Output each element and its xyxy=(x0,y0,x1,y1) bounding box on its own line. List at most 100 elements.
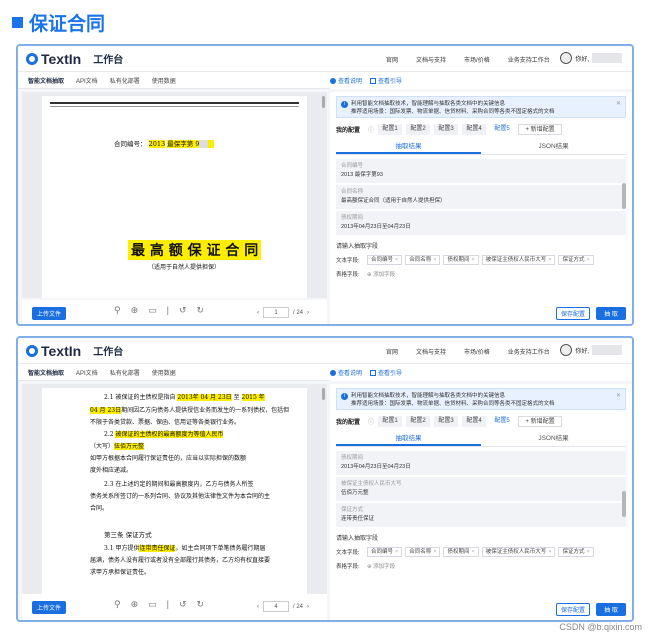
new-config-button[interactable]: + 新增配置 xyxy=(518,124,563,135)
upload-button[interactable]: 上传文件 xyxy=(32,601,66,614)
nav-official[interactable]: 官网 xyxy=(386,55,398,64)
close-icon[interactable]: ✕ xyxy=(616,100,621,108)
page-input[interactable]: 4 xyxy=(263,601,289,612)
nav-support[interactable]: 业务支持工作台 xyxy=(508,55,550,64)
prev-page-icon[interactable]: ‹ xyxy=(257,310,259,316)
field-chip[interactable]: 保证方式 × xyxy=(558,255,594,265)
tab-json-result[interactable]: JSON结果 xyxy=(481,141,626,154)
nav-docs[interactable]: 文档与支持 xyxy=(416,347,446,356)
rotate-right-icon[interactable]: ↻ xyxy=(197,599,205,610)
field-chip[interactable]: 合同名称 × xyxy=(405,255,441,265)
extract-button[interactable]: 抽 取 xyxy=(596,603,626,616)
config-tab-3[interactable]: 配置3 xyxy=(434,416,459,427)
document-viewer[interactable]: 合同编号： 2013 最保字第 9 最 高 额 保 证 合 同 （适用于自然人提… xyxy=(22,92,327,298)
field-chip[interactable]: 保证方式 × xyxy=(558,547,594,557)
workspace-label: 工作台 xyxy=(93,55,124,66)
guide-link[interactable]: 查看引导 xyxy=(370,76,402,85)
rotate-right-icon[interactable]: ↻ xyxy=(197,305,205,316)
config-tab-3[interactable]: 配置3 xyxy=(434,124,459,135)
subnav-usage[interactable]: 使用数据 xyxy=(152,76,176,85)
page-input[interactable]: 1 xyxy=(263,307,289,318)
field-chip[interactable]: 被保证主债权人民币大写 × xyxy=(481,255,556,265)
tab-json-result[interactable]: JSON结果 xyxy=(481,433,626,446)
textin-logo[interactable]: TextIn xyxy=(26,51,81,67)
subnav-api[interactable]: API文档 xyxy=(76,368,98,377)
config-tab-5[interactable]: 配置5 xyxy=(490,124,515,135)
rotate-left-icon[interactable]: ↺ xyxy=(179,305,187,316)
extract-button[interactable]: 抽 取 xyxy=(596,307,626,320)
result-field: 保证方式 连带责任保证 xyxy=(336,503,626,527)
subnav-private[interactable]: 私有化部署 xyxy=(110,76,140,85)
top-nav: 官网 文档与支持 市场/价格 业务支持工作台 xyxy=(386,338,550,364)
config-help-icon[interactable]: ⓘ xyxy=(368,417,374,426)
subnav-private[interactable]: 私有化部署 xyxy=(110,368,140,377)
user-menu[interactable]: 你好, xyxy=(560,52,622,64)
upload-button[interactable]: 上传文件 xyxy=(32,307,66,320)
next-page-icon[interactable]: › xyxy=(307,604,309,610)
page-total: / 24 xyxy=(293,309,304,316)
config-tab-2[interactable]: 配置2 xyxy=(406,124,431,135)
field-chip[interactable]: 合同编号 × xyxy=(367,255,403,265)
config-tab-4[interactable]: 配置4 xyxy=(462,124,487,135)
subnav-extract[interactable]: 智能文档抽取 xyxy=(28,76,64,85)
nav-support[interactable]: 业务支持工作台 xyxy=(508,347,550,356)
doc-toolbar: 上传文件 ⚲ ⊕ ▭ | ↺ ↻ ‹ 1 / 24 › xyxy=(22,300,327,324)
doc-line: 2.1 被保证的主债权是指自 2013年 04 月 23日 至 2015 年 xyxy=(104,394,265,401)
document-subtitle: （适用于自然人提供担保） xyxy=(148,264,221,271)
config-tab-1[interactable]: 配置1 xyxy=(378,124,403,135)
zoom-in-icon[interactable]: ⊕ xyxy=(131,305,139,316)
new-config-button[interactable]: + 新增配置 xyxy=(518,416,563,427)
save-config-button[interactable]: 保存配置 xyxy=(556,307,590,320)
info-banner: i 利用智能文档抽取技术，智能理解与抽取各类文档中的关键信息 推荐适用场景：国际… xyxy=(336,96,626,118)
nav-docs[interactable]: 文档与支持 xyxy=(416,55,446,64)
next-page-icon[interactable]: › xyxy=(307,310,309,316)
zoom-in-icon[interactable]: ⊕ xyxy=(131,599,139,610)
field-chip[interactable]: 合同名称 × xyxy=(405,547,441,557)
avatar[interactable] xyxy=(560,52,573,64)
guide-link[interactable]: 查看引导 xyxy=(370,368,402,377)
fields-scrollbar[interactable] xyxy=(622,183,626,209)
textin-logo[interactable]: TextIn xyxy=(26,343,81,359)
doc-scrollbar[interactable] xyxy=(322,96,325,108)
logo-mark-icon xyxy=(26,344,38,357)
tab-extract-result[interactable]: 抽取结果 xyxy=(336,141,481,154)
doc-scrollbar[interactable] xyxy=(322,388,325,400)
text-fields-row: 文本字段: 合同编号 × 合同名称 × 债权期间 × 被保证主债权人民币大写 × 保证方… xyxy=(336,547,626,557)
fit-page-icon[interactable]: ▭ xyxy=(148,599,157,610)
nav-market[interactable]: 市场/价格 xyxy=(464,55,490,64)
logo-text: TextIn xyxy=(41,342,82,359)
tab-extract-result[interactable]: 抽取结果 xyxy=(336,433,481,446)
subnav-extract[interactable]: 智能文档抽取 xyxy=(28,368,64,377)
field-chip[interactable]: 被保证主债权人民币大写 × xyxy=(481,547,556,557)
nav-official[interactable]: 官网 xyxy=(386,347,398,356)
help-icon xyxy=(330,370,336,377)
rotate-left-icon[interactable]: ↺ xyxy=(179,599,187,610)
config-tab-4[interactable]: 配置4 xyxy=(462,416,487,427)
field-chip[interactable]: 债权期间 × xyxy=(443,547,479,557)
zoom-out-icon[interactable]: ⚲ xyxy=(114,305,121,316)
config-tab-2[interactable]: 配置2 xyxy=(406,416,431,427)
help-link[interactable]: 查看说明 xyxy=(330,76,362,85)
subnav-usage[interactable]: 使用数据 xyxy=(152,368,176,377)
fields-scrollbar[interactable] xyxy=(622,491,626,517)
subnav-api[interactable]: API文档 xyxy=(76,76,98,85)
add-field-button[interactable]: ⊕ 添加字段 xyxy=(367,270,395,278)
watermark-credit: CSDN @b.qixin.com xyxy=(559,622,642,632)
config-tab-1[interactable]: 配置1 xyxy=(378,416,403,427)
add-field-button[interactable]: ⊕ 添加字段 xyxy=(367,562,395,570)
prev-page-icon[interactable]: ‹ xyxy=(257,604,259,610)
doc-tools: ⚲ ⊕ ▭ | ↺ ↻ xyxy=(114,599,204,610)
document-viewer[interactable]: 2.1 被保证的主债权是指自 2013年 04 月 23日 至 2015 年 0… xyxy=(22,384,327,594)
config-help-icon[interactable]: ⓘ xyxy=(368,125,374,134)
save-config-button[interactable]: 保存配置 xyxy=(556,603,590,616)
field-chip[interactable]: 合同编号 × xyxy=(367,547,403,557)
config-tab-5[interactable]: 配置5 xyxy=(490,416,515,427)
close-icon[interactable]: ✕ xyxy=(616,392,621,400)
nav-market[interactable]: 市场/价格 xyxy=(464,347,490,356)
avatar[interactable] xyxy=(560,344,573,356)
user-menu[interactable]: 你好, xyxy=(560,344,622,356)
field-chip[interactable]: 债权期间 × xyxy=(443,255,479,265)
fit-page-icon[interactable]: ▭ xyxy=(148,305,157,316)
zoom-out-icon[interactable]: ⚲ xyxy=(114,599,121,610)
help-link[interactable]: 查看说明 xyxy=(330,368,362,377)
